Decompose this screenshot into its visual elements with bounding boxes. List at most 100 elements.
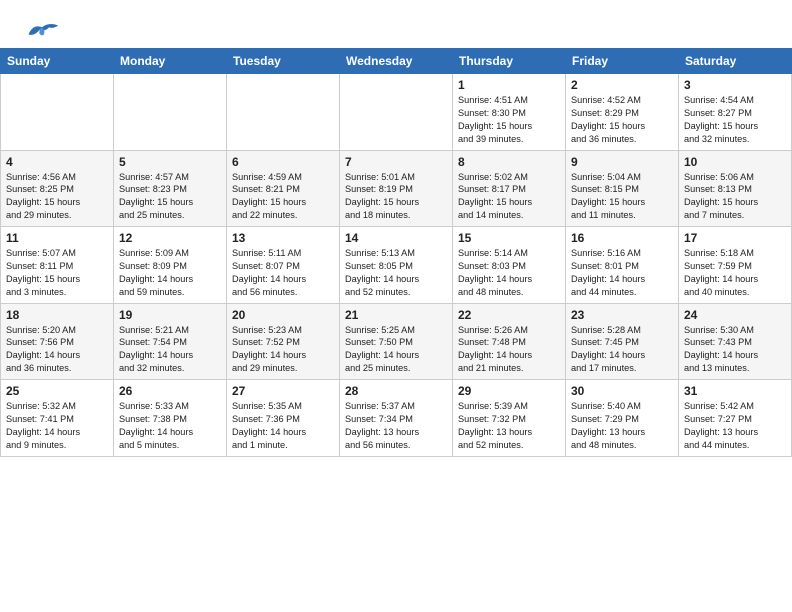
day-number: 11	[6, 231, 108, 245]
calendar-cell: 2 Sunrise: 4:52 AM Sunset: 8:29 PM Daylig…	[566, 74, 679, 151]
calendar-week-row: 25 Sunrise: 5:32 AM Sunset: 7:41 PM Dayli…	[1, 380, 792, 457]
calendar-cell: 29 Sunrise: 5:39 AM Sunset: 7:32 PM Dayli…	[453, 380, 566, 457]
calendar-cell: 9 Sunrise: 5:04 AM Sunset: 8:15 PM Daylig…	[566, 150, 679, 227]
calendar-cell: 26 Sunrise: 5:33 AM Sunset: 7:38 PM Dayli…	[114, 380, 227, 457]
calendar-cell	[1, 74, 114, 151]
cell-content: Sunrise: 5:37 AM Sunset: 7:34 PM Dayligh…	[345, 400, 447, 452]
cell-content: Sunrise: 5:04 AM Sunset: 8:15 PM Dayligh…	[571, 171, 673, 223]
day-number: 13	[232, 231, 334, 245]
logo	[24, 16, 64, 44]
cell-content: Sunrise: 5:23 AM Sunset: 7:52 PM Dayligh…	[232, 324, 334, 376]
day-number: 1	[458, 78, 560, 92]
day-number: 29	[458, 384, 560, 398]
calendar-cell: 31Sunrise: 5:42 AM Sunset: 7:27 PM Dayli…	[679, 380, 792, 457]
cell-content: Sunrise: 5:33 AM Sunset: 7:38 PM Dayligh…	[119, 400, 221, 452]
cell-content: Sunrise: 5:16 AM Sunset: 8:01 PM Dayligh…	[571, 247, 673, 299]
day-number: 31	[684, 384, 786, 398]
cell-content: Sunrise: 5:28 AM Sunset: 7:45 PM Dayligh…	[571, 324, 673, 376]
cell-content: Sunrise: 4:59 AM Sunset: 8:21 PM Dayligh…	[232, 171, 334, 223]
calendar-cell	[227, 74, 340, 151]
calendar-cell: 12 Sunrise: 5:09 AM Sunset: 8:09 PM Dayli…	[114, 227, 227, 304]
cell-content: Sunrise: 5:40 AM Sunset: 7:29 PM Dayligh…	[571, 400, 673, 452]
calendar-cell: 5 Sunrise: 4:57 AM Sunset: 8:23 PM Daylig…	[114, 150, 227, 227]
calendar-cell: 23Sunrise: 5:28 AM Sunset: 7:45 PM Dayli…	[566, 303, 679, 380]
calendar-cell: 16 Sunrise: 5:16 AM Sunset: 8:01 PM Dayli…	[566, 227, 679, 304]
day-number: 24	[684, 308, 786, 322]
calendar-week-row: 4 Sunrise: 4:56 AM Sunset: 8:25 PM Daylig…	[1, 150, 792, 227]
weekday-header-row: SundayMondayTuesdayWednesdayThursdayFrid…	[1, 49, 792, 74]
day-number: 10	[684, 155, 786, 169]
day-number: 12	[119, 231, 221, 245]
calendar-cell: 1Sunrise: 4:51 AM Sunset: 8:30 PM Daylig…	[453, 74, 566, 151]
day-number: 9	[571, 155, 673, 169]
cell-content: Sunrise: 5:14 AM Sunset: 8:03 PM Dayligh…	[458, 247, 560, 299]
calendar-table: SundayMondayTuesdayWednesdayThursdayFrid…	[0, 48, 792, 457]
day-number: 20	[232, 308, 334, 322]
weekday-header-wednesday: Wednesday	[340, 49, 453, 74]
cell-content: Sunrise: 5:39 AM Sunset: 7:32 PM Dayligh…	[458, 400, 560, 452]
calendar-cell	[114, 74, 227, 151]
calendar-cell: 6 Sunrise: 4:59 AM Sunset: 8:21 PM Daylig…	[227, 150, 340, 227]
day-number: 4	[6, 155, 108, 169]
day-number: 22	[458, 308, 560, 322]
cell-content: Sunrise: 5:09 AM Sunset: 8:09 PM Dayligh…	[119, 247, 221, 299]
calendar-week-row: 11 Sunrise: 5:07 AM Sunset: 8:11 PM Dayli…	[1, 227, 792, 304]
cell-content: Sunrise: 5:13 AM Sunset: 8:05 PM Dayligh…	[345, 247, 447, 299]
calendar-cell	[340, 74, 453, 151]
day-number: 8	[458, 155, 560, 169]
calendar-cell: 20 Sunrise: 5:23 AM Sunset: 7:52 PM Dayli…	[227, 303, 340, 380]
day-number: 30	[571, 384, 673, 398]
cell-content: Sunrise: 4:54 AM Sunset: 8:27 PM Dayligh…	[684, 94, 786, 146]
cell-content: Sunrise: 4:56 AM Sunset: 8:25 PM Dayligh…	[6, 171, 108, 223]
cell-content: Sunrise: 5:18 AM Sunset: 7:59 PM Dayligh…	[684, 247, 786, 299]
cell-content: Sunrise: 5:25 AM Sunset: 7:50 PM Dayligh…	[345, 324, 447, 376]
calendar-cell: 18 Sunrise: 5:20 AM Sunset: 7:56 PM Dayli…	[1, 303, 114, 380]
calendar-cell: 11 Sunrise: 5:07 AM Sunset: 8:11 PM Dayli…	[1, 227, 114, 304]
day-number: 6	[232, 155, 334, 169]
cell-content: Sunrise: 5:01 AM Sunset: 8:19 PM Dayligh…	[345, 171, 447, 223]
page-header	[0, 0, 792, 48]
calendar-cell: 17 Sunrise: 5:18 AM Sunset: 7:59 PM Dayli…	[679, 227, 792, 304]
day-number: 21	[345, 308, 447, 322]
day-number: 26	[119, 384, 221, 398]
cell-content: Sunrise: 5:35 AM Sunset: 7:36 PM Dayligh…	[232, 400, 334, 452]
calendar-cell: 3Sunrise: 4:54 AM Sunset: 8:27 PM Daylig…	[679, 74, 792, 151]
calendar-cell: 15 Sunrise: 5:14 AM Sunset: 8:03 PM Dayli…	[453, 227, 566, 304]
weekday-header-monday: Monday	[114, 49, 227, 74]
cell-content: Sunrise: 5:06 AM Sunset: 8:13 PM Dayligh…	[684, 171, 786, 223]
calendar-cell: 27 Sunrise: 5:35 AM Sunset: 7:36 PM Dayli…	[227, 380, 340, 457]
weekday-header-tuesday: Tuesday	[227, 49, 340, 74]
day-number: 5	[119, 155, 221, 169]
day-number: 15	[458, 231, 560, 245]
day-number: 19	[119, 308, 221, 322]
calendar-cell: 7Sunrise: 5:01 AM Sunset: 8:19 PM Daylig…	[340, 150, 453, 227]
day-number: 16	[571, 231, 673, 245]
day-number: 25	[6, 384, 108, 398]
cell-content: Sunrise: 4:57 AM Sunset: 8:23 PM Dayligh…	[119, 171, 221, 223]
cell-content: Sunrise: 5:21 AM Sunset: 7:54 PM Dayligh…	[119, 324, 221, 376]
day-number: 28	[345, 384, 447, 398]
day-number: 14	[345, 231, 447, 245]
cell-content: Sunrise: 5:07 AM Sunset: 8:11 PM Dayligh…	[6, 247, 108, 299]
day-number: 18	[6, 308, 108, 322]
weekday-header-friday: Friday	[566, 49, 679, 74]
calendar-cell: 19 Sunrise: 5:21 AM Sunset: 7:54 PM Dayli…	[114, 303, 227, 380]
calendar-cell: 25 Sunrise: 5:32 AM Sunset: 7:41 PM Dayli…	[1, 380, 114, 457]
cell-content: Sunrise: 5:20 AM Sunset: 7:56 PM Dayligh…	[6, 324, 108, 376]
cell-content: Sunrise: 5:30 AM Sunset: 7:43 PM Dayligh…	[684, 324, 786, 376]
cell-content: Sunrise: 5:32 AM Sunset: 7:41 PM Dayligh…	[6, 400, 108, 452]
day-number: 17	[684, 231, 786, 245]
calendar-cell: 28 Sunrise: 5:37 AM Sunset: 7:34 PM Dayli…	[340, 380, 453, 457]
cell-content: Sunrise: 5:26 AM Sunset: 7:48 PM Dayligh…	[458, 324, 560, 376]
calendar-cell: 8 Sunrise: 5:02 AM Sunset: 8:17 PM Daylig…	[453, 150, 566, 227]
day-number: 27	[232, 384, 334, 398]
cell-content: Sunrise: 5:02 AM Sunset: 8:17 PM Dayligh…	[458, 171, 560, 223]
cell-content: Sunrise: 5:11 AM Sunset: 8:07 PM Dayligh…	[232, 247, 334, 299]
calendar-cell: 24 Sunrise: 5:30 AM Sunset: 7:43 PM Dayli…	[679, 303, 792, 380]
weekday-header-sunday: Sunday	[1, 49, 114, 74]
calendar-cell: 4 Sunrise: 4:56 AM Sunset: 8:25 PM Daylig…	[1, 150, 114, 227]
cell-content: Sunrise: 4:52 AM Sunset: 8:29 PM Dayligh…	[571, 94, 673, 146]
calendar-cell: 21 Sunrise: 5:25 AM Sunset: 7:50 PM Dayli…	[340, 303, 453, 380]
day-number: 2	[571, 78, 673, 92]
logo-icon	[24, 16, 60, 44]
